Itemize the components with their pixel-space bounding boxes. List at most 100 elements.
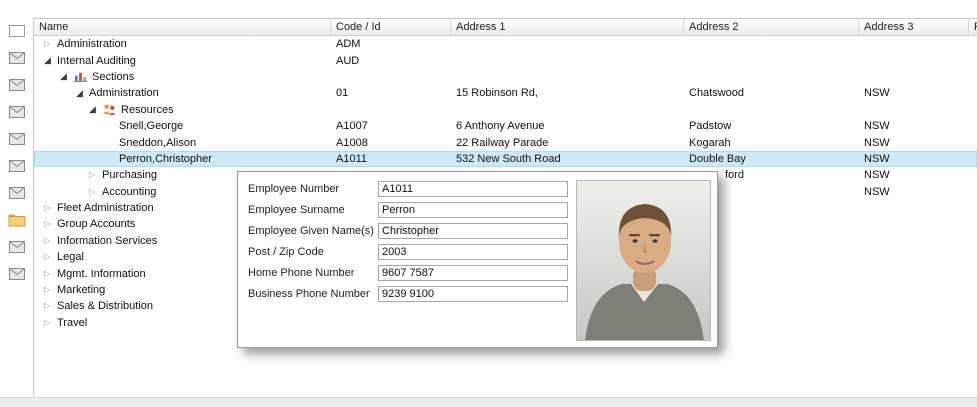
business-phone-input[interactable]: [378, 286, 568, 302]
code-cell: AUD: [336, 54, 360, 67]
app-window: Name Code / Id Address 1 Address 2 Addre…: [0, 0, 977, 407]
collapse-icon[interactable]: ◢: [60, 72, 73, 81]
folder-icon[interactable]: [8, 213, 26, 227]
address3-cell: NSW: [864, 136, 890, 149]
column-header-address1[interactable]: Address 1: [451, 19, 684, 35]
name-cell: ◢ Resources: [34, 103, 331, 117]
horizontal-scrollbar[interactable]: [0, 397, 977, 407]
field-row: Business Phone Number: [248, 286, 568, 302]
collapse-icon[interactable]: ◢: [76, 88, 89, 98]
expand-icon[interactable]: ▷: [44, 302, 57, 310]
column-header-p[interactable]: P: [969, 19, 977, 35]
employee-fields: Employee Number Employee Surname Employe…: [248, 181, 568, 307]
mail-icon[interactable]: [8, 105, 26, 119]
name-cell: ◢ Administration: [34, 87, 331, 99]
row-label: Sneddon,Alison: [119, 136, 197, 149]
mail-icon[interactable]: [8, 267, 26, 281]
tree-row-resources[interactable]: ◢ Resources: [34, 102, 977, 118]
employee-details-popup: Employee Number Employee Surname Employe…: [237, 171, 718, 348]
row-label: Purchasing: [102, 169, 158, 182]
tree-row-internal-auditing[interactable]: ◢ Internal Auditing AUD: [34, 52, 977, 68]
address3-cell: NSW: [864, 169, 890, 182]
employee-photo: [576, 180, 711, 341]
code-cell: A1011: [336, 152, 367, 165]
employee-number-label: Employee Number: [248, 183, 340, 195]
mail-icon[interactable]: [8, 78, 26, 92]
name-cell: ◢ Internal Auditing: [34, 55, 331, 67]
address2-cell: Double Bay: [689, 152, 746, 165]
row-label: Internal Auditing: [57, 54, 136, 67]
left-toolbar: [0, 0, 33, 397]
row-label: Travel: [57, 316, 88, 329]
column-header-code-id[interactable]: Code / Id: [331, 19, 451, 35]
address3-cell: NSW: [864, 185, 890, 198]
grid-header: Name Code / Id Address 1 Address 2 Addre…: [34, 19, 977, 36]
expand-icon[interactable]: ▷: [44, 236, 57, 245]
address1-cell: 22 Railway Parade: [456, 136, 549, 149]
address3-cell: NSW: [864, 87, 890, 100]
address2-cell: Kogarah: [689, 136, 731, 149]
collapse-icon[interactable]: ◢: [44, 56, 57, 65]
expand-icon[interactable]: ▷: [44, 286, 57, 294]
expand-icon[interactable]: ▷: [44, 269, 57, 278]
row-label: Mgmt. Information: [57, 267, 146, 280]
column-header-address2[interactable]: Address 2: [684, 19, 859, 35]
row-label: Administration: [57, 38, 127, 51]
row-label: Information Services: [57, 234, 158, 247]
name-cell: ◢ Sections: [34, 70, 331, 84]
expand-icon[interactable]: ▷: [44, 318, 57, 327]
tree-row-sections[interactable]: ◢ Sections: [34, 69, 977, 85]
expand-icon[interactable]: ▷: [89, 171, 102, 179]
name-cell: Perron,Christopher: [34, 153, 331, 165]
address2-cell: Chatswood: [689, 87, 745, 100]
mail-icon[interactable]: [8, 240, 26, 254]
address2-cell: Padstow: [689, 120, 732, 133]
field-row: Employee Given Name(s): [248, 223, 568, 239]
tree-row-snell-george[interactable]: Snell,George A1007 6 Anthony Avenue Pads…: [34, 118, 977, 134]
tree-row-administration[interactable]: ▷ Administration ADM: [34, 36, 977, 52]
row-label: Group Accounts: [57, 218, 136, 231]
home-phone-input[interactable]: [378, 265, 568, 281]
column-header-name[interactable]: Name: [34, 19, 331, 35]
code-cell: ADM: [336, 38, 361, 51]
employee-number-input[interactable]: [378, 181, 568, 197]
expand-icon[interactable]: ▷: [89, 187, 102, 196]
collapse-icon[interactable]: ◢: [89, 105, 102, 114]
expand-icon[interactable]: ▷: [44, 253, 57, 261]
home-phone-label: Home Phone Number: [248, 267, 355, 279]
employee-given-names-input[interactable]: [378, 223, 568, 239]
name-cell: ▷ Administration: [34, 38, 331, 50]
post-zip-code-label: Post / Zip Code: [248, 246, 324, 258]
employee-surname-input[interactable]: [378, 202, 568, 218]
employee-surname-label: Employee Surname: [248, 204, 345, 216]
tree-row-sneddon-alison[interactable]: Sneddon,Alison A1008 22 Railway Parade K…: [34, 134, 977, 150]
column-header-address3[interactable]: Address 3: [859, 19, 969, 35]
row-label: Fleet Administration: [57, 202, 154, 215]
row-label: Perron,Christopher: [119, 152, 212, 165]
name-cell: Snell,George: [34, 120, 331, 132]
field-row: Employee Surname: [248, 202, 568, 218]
name-cell: Sneddon,Alison: [34, 137, 331, 149]
expand-icon[interactable]: ▷: [44, 40, 57, 48]
expand-icon[interactable]: ▷: [44, 204, 57, 212]
expand-icon[interactable]: ▷: [44, 220, 57, 228]
address1-cell: 532 New South Road: [456, 152, 561, 165]
tree-row-perron-christopher[interactable]: Perron,Christopher A1011 532 New South R…: [34, 150, 977, 168]
row-label: Sections: [92, 70, 135, 83]
post-zip-code-input[interactable]: [378, 244, 568, 260]
row-label: Marketing: [57, 284, 106, 297]
field-row: Post / Zip Code: [248, 244, 568, 260]
mail-icon[interactable]: [8, 132, 26, 146]
row-label: Legal: [57, 251, 84, 264]
row-label: Sales & Distribution: [57, 300, 153, 313]
address3-cell: NSW: [864, 120, 890, 133]
tree-row-administration-section[interactable]: ◢ Administration 01 15 Robinson Rd, Chats…: [34, 85, 977, 101]
resources-people-icon: [102, 103, 119, 117]
mail-icon[interactable]: [8, 159, 26, 173]
row-label: Administration: [89, 87, 159, 100]
address1-cell: 6 Anthony Avenue: [456, 120, 545, 133]
row-label: Snell,George: [119, 120, 184, 133]
mail-icon[interactable]: [8, 186, 26, 200]
blank-page-icon[interactable]: [8, 24, 26, 38]
mail-icon[interactable]: [8, 51, 26, 65]
